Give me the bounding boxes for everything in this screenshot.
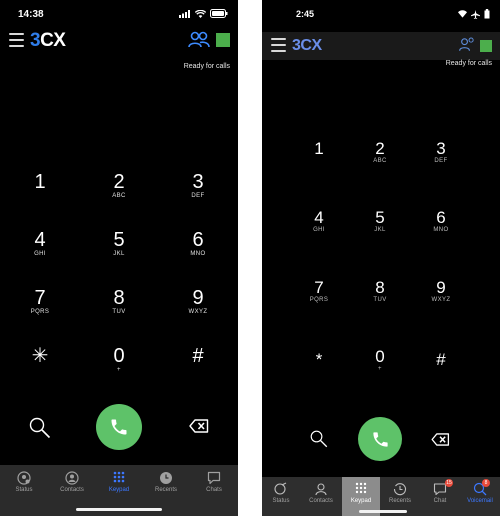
menu-icon[interactable] <box>271 38 286 52</box>
signal-icon <box>179 9 190 18</box>
android-phone-screen: 2:45 3CX Ready for calls 1 2 ABC 3 DEF 4 GH… <box>262 0 500 516</box>
people-icon[interactable] <box>458 37 476 53</box>
phone-icon <box>111 419 127 435</box>
gesture-bar[interactable] <box>359 510 407 513</box>
call-button[interactable] <box>358 417 402 461</box>
app-header: 3CX <box>0 27 238 55</box>
key-1[interactable]: 1 <box>15 171 65 193</box>
status-time: 2:45 <box>296 9 315 19</box>
tab-chats[interactable]: Chats <box>194 471 234 493</box>
contacts-icon <box>315 483 327 496</box>
key-6[interactable]: 6 MNO <box>416 208 466 233</box>
recents-icon <box>393 483 406 496</box>
backspace-icon[interactable] <box>431 433 450 446</box>
key-8[interactable]: 8 TUV <box>355 278 405 303</box>
tab-contacts[interactable]: Contacts <box>52 471 92 493</box>
search-icon[interactable] <box>310 430 328 448</box>
key-2[interactable]: 2 ABC <box>94 171 144 199</box>
key-9[interactable]: 9 WXYZ <box>416 278 466 303</box>
key-0[interactable]: 0 + <box>94 345 144 373</box>
3cx-logo: 3CX <box>30 30 66 51</box>
tab-contacts[interactable]: Contacts <box>302 477 340 516</box>
phone-icon <box>372 431 388 447</box>
search-icon[interactable] <box>29 417 51 439</box>
status-icons <box>179 9 228 18</box>
menu-icon[interactable] <box>9 33 24 47</box>
key-7[interactable]: 7 PQRS <box>15 287 65 315</box>
status-icon <box>274 482 287 495</box>
tab-voicemail[interactable]: Voicemail 8 <box>460 477 500 516</box>
status-bar: 14:38 <box>0 0 238 26</box>
battery-icon <box>210 9 228 18</box>
chats-icon <box>207 471 221 485</box>
key-9[interactable]: 9 WXYZ <box>173 287 223 315</box>
3cx-logo: 3CX <box>292 37 322 54</box>
key-3[interactable]: 3 DEF <box>173 171 223 199</box>
wifi-icon <box>458 10 467 18</box>
key-1[interactable]: 1 <box>294 139 344 158</box>
key-5[interactable]: 5 JKL <box>94 229 144 257</box>
key-star[interactable]: ✳ <box>15 345 65 367</box>
tab-chat[interactable]: Chat 15 <box>421 477 459 516</box>
key-hash[interactable]: # <box>173 345 223 367</box>
key-4[interactable]: 4 GHI <box>294 208 344 233</box>
status-time: 14:38 <box>18 9 44 20</box>
status-bar: 2:45 <box>262 0 500 26</box>
backspace-icon[interactable] <box>189 419 209 433</box>
keypad-icon <box>113 471 125 483</box>
tab-status[interactable]: Status <box>4 471 44 493</box>
status-icon <box>17 471 31 485</box>
status-icons <box>458 9 490 19</box>
voicemail-unread-badge: 8 <box>482 479 490 487</box>
key-6[interactable]: 6 MNO <box>173 229 223 257</box>
chat-unread-badge: 15 <box>445 479 453 487</box>
recents-icon <box>160 472 172 484</box>
key-7[interactable]: 7 PQRS <box>294 278 344 303</box>
wifi-icon <box>195 9 206 18</box>
ready-status-text: Ready for calls <box>183 63 230 70</box>
presence-status-indicator[interactable] <box>216 33 230 47</box>
tab-recents[interactable]: Recents <box>146 471 186 493</box>
key-2[interactable]: 2 ABC <box>355 139 405 164</box>
contacts-icon <box>65 471 79 485</box>
key-4[interactable]: 4 GHI <box>15 229 65 257</box>
key-8[interactable]: 8 TUV <box>94 287 144 315</box>
keypad-icon <box>355 482 367 494</box>
key-5[interactable]: 5 JKL <box>355 208 405 233</box>
ready-status-text: Ready for calls <box>445 60 492 67</box>
bottom-tab-bar: Status Contacts Keypad Recents Chats <box>0 465 238 516</box>
presence-status-indicator[interactable] <box>480 40 492 52</box>
call-button[interactable] <box>96 404 142 450</box>
key-star[interactable]: * <box>294 350 344 369</box>
key-0[interactable]: 0 + <box>355 347 405 372</box>
key-hash[interactable]: # <box>416 350 466 369</box>
battery-icon <box>484 9 490 19</box>
people-icon[interactable] <box>188 31 210 49</box>
key-3[interactable]: 3 DEF <box>416 139 466 164</box>
home-indicator[interactable] <box>76 508 162 511</box>
airplane-icon <box>471 9 480 19</box>
tab-keypad[interactable]: Keypad <box>99 471 139 493</box>
ios-phone-screen: 14:38 3CX Ready for calls 1 2 ABC 3 DEF 4G… <box>0 0 238 516</box>
tab-status[interactable]: Status <box>262 477 300 516</box>
app-header: 3CX <box>262 32 500 60</box>
